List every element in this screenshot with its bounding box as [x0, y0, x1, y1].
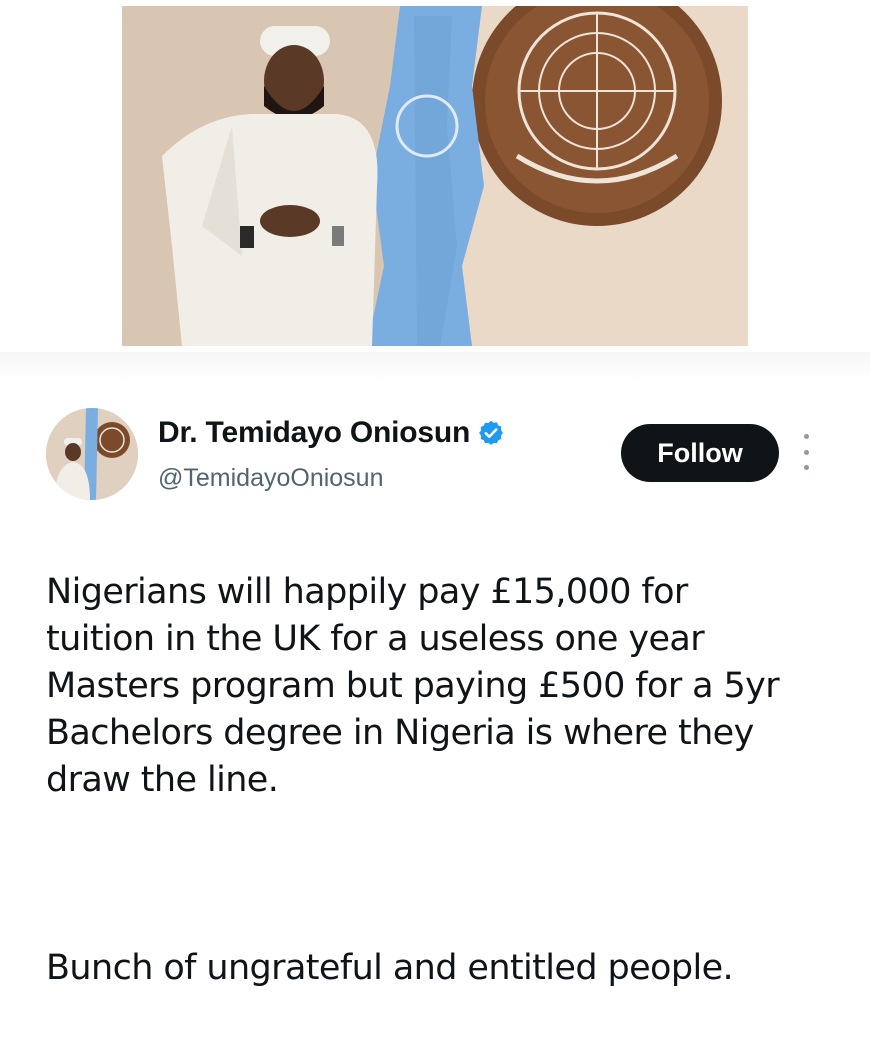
avatar-image: [46, 408, 138, 500]
tweet-paragraph: Nigerians will happily pay £15,000 for t…: [46, 572, 780, 800]
author-handle[interactable]: @TemidayoOniosun: [158, 464, 384, 493]
avatar[interactable]: [46, 408, 138, 500]
more-dot: [803, 434, 809, 439]
tweet-photo[interactable]: [122, 6, 748, 346]
photo-image: [122, 6, 748, 346]
more-dot: [803, 449, 809, 455]
tweet-text: Nigerians will happily pay £15,000 for t…: [46, 522, 846, 1039]
verified-badge-icon: [479, 420, 504, 445]
divider: [0, 352, 870, 382]
follow-button[interactable]: Follow: [621, 424, 779, 482]
display-name[interactable]: Dr. Temidayo Oniosun: [158, 416, 470, 450]
author-name-row: Dr. Temidayo Oniosun: [158, 416, 505, 450]
more-dot: [803, 465, 809, 470]
more-options-icon[interactable]: [798, 434, 814, 470]
tweet-paragraph: Bunch of ungrateful and entitled people.: [46, 948, 734, 988]
